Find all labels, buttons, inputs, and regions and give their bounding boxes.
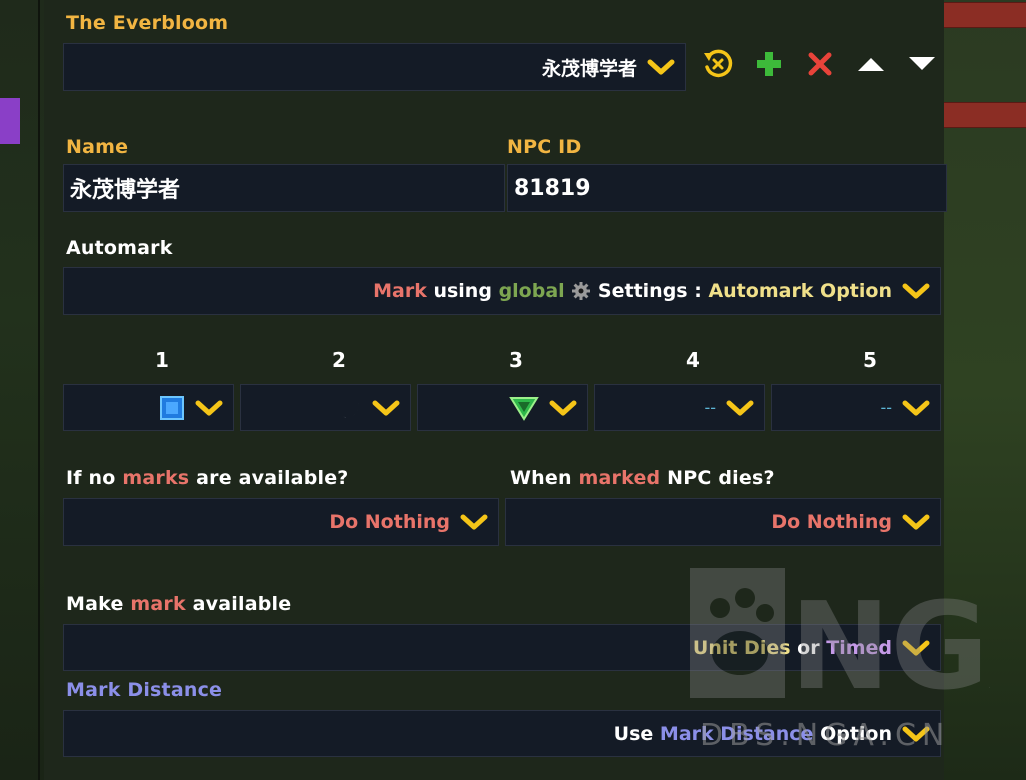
chevron-down-icon <box>460 514 488 530</box>
make-available-label: Make mark available <box>66 593 292 615</box>
npc-dies-label: When marked NPC dies? <box>510 467 775 489</box>
mark-column-5-label: 5 <box>863 348 877 372</box>
arrow-up-icon <box>858 58 884 71</box>
npcid-input-value: 81819 <box>514 175 591 201</box>
mark-column-3-label: 3 <box>509 348 523 372</box>
mark-column-4-label: 4 <box>686 348 700 372</box>
chevron-down-icon <box>549 400 577 415</box>
npcid-label: NPC ID <box>507 136 582 158</box>
automark-value: Mark using global Settings : Automark Op… <box>373 280 892 302</box>
gear-icon <box>572 282 591 300</box>
chevron-down-icon <box>902 283 930 299</box>
moon-mark-icon <box>338 399 359 418</box>
mark-slot-2-dropdown[interactable] <box>240 384 411 431</box>
mark-slot-5-dropdown[interactable]: -- <box>771 384 941 431</box>
mark-distance-label: Mark Distance <box>66 679 223 701</box>
mark-slot-4-value: -- <box>704 398 716 417</box>
npc-select-value: 永茂博学者 <box>541 57 637 80</box>
close-icon <box>808 52 832 76</box>
no-marks-dropdown[interactable]: Do Nothing <box>63 498 499 546</box>
triangle-mark-icon <box>509 397 539 421</box>
plus-icon <box>757 52 781 76</box>
add-button[interactable] <box>749 44 789 84</box>
npc-select-dropdown[interactable]: 永茂博学者 <box>63 43 686 91</box>
reset-icon <box>704 49 733 78</box>
name-input[interactable]: 永茂博学者 <box>63 164 505 212</box>
npc-dies-dropdown[interactable]: Do Nothing <box>505 498 941 546</box>
chevron-down-icon <box>647 59 675 75</box>
mark-slot-5-value: -- <box>880 398 892 417</box>
automark-dropdown[interactable]: Mark using global Settings : Automark Op… <box>63 267 941 315</box>
chevron-down-icon <box>902 400 930 415</box>
name-label: Name <box>66 136 129 158</box>
mark-column-1-label: 1 <box>155 348 169 372</box>
purple-side-tab[interactable] <box>0 98 20 144</box>
delete-button[interactable] <box>800 44 840 84</box>
name-input-value: 永茂博学者 <box>70 178 181 203</box>
mark-slot-3-dropdown[interactable] <box>417 384 588 431</box>
no-marks-value: Do Nothing <box>329 511 450 533</box>
arrow-down-icon <box>909 57 935 70</box>
chevron-down-icon <box>195 400 223 415</box>
reset-button[interactable] <box>698 44 738 84</box>
mark-slot-1-dropdown[interactable] <box>63 384 234 431</box>
svg-text:NGA: NGA <box>790 578 990 717</box>
move-up-button[interactable] <box>851 44 891 84</box>
watermark-text: DBS.NGA.CN <box>700 718 951 753</box>
chevron-down-icon <box>902 514 930 530</box>
divider <box>38 0 40 780</box>
dungeon-title: The Everbloom <box>66 12 229 34</box>
npc-dies-value: Do Nothing <box>771 511 892 533</box>
chevron-down-icon <box>726 400 754 415</box>
chevron-down-icon <box>372 400 400 415</box>
mark-slot-4-dropdown[interactable]: -- <box>594 384 765 431</box>
square-mark-icon <box>160 396 184 420</box>
npcid-input[interactable]: 81819 <box>507 164 947 212</box>
move-down-button[interactable] <box>902 44 942 84</box>
automark-label: Automark <box>66 237 173 259</box>
mark-column-2-label: 2 <box>332 348 346 372</box>
no-marks-label: If no marks are available? <box>66 467 349 489</box>
